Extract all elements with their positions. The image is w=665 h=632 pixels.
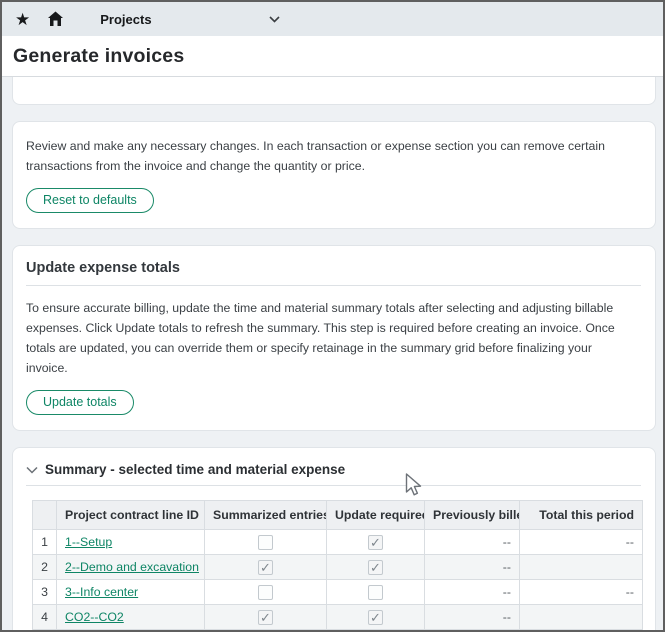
total-this-period-value: --: [520, 530, 643, 555]
summary-section-title: Summary - selected time and material exp…: [45, 462, 345, 477]
table-row: 4 CO2--CO2 --: [33, 605, 643, 630]
previously-billed-value: --: [425, 580, 520, 605]
scrolled-card-remnant: [12, 77, 656, 105]
module-dropdown-label: Projects: [100, 12, 151, 27]
collapse-chevron-icon[interactable]: [26, 466, 38, 474]
contract-line-link[interactable]: 3--Info center: [65, 585, 138, 599]
reset-to-defaults-button[interactable]: Reset to defaults: [26, 188, 154, 213]
row-number: 1: [33, 530, 57, 555]
summarized-entries-checkbox[interactable]: [258, 585, 273, 600]
row-number: 2: [33, 555, 57, 580]
summarized-entries-checkbox[interactable]: [258, 610, 273, 625]
chevron-down-icon: [269, 16, 280, 23]
top-nav-bar: ★ Projects: [2, 2, 663, 36]
col-header-summarized-entries: Summarized entries: [205, 501, 327, 530]
summarized-entries-checkbox[interactable]: [258, 535, 273, 550]
update-totals-instructions-text: To ensure accurate billing, update the t…: [26, 298, 634, 378]
col-header-total-this-period: Total this period: [520, 501, 643, 530]
update-expense-totals-card: Update expense totals To ensure accurate…: [12, 245, 656, 431]
app-window: ★ Projects Generate invoices Review and …: [0, 0, 665, 632]
section-divider: [26, 485, 641, 486]
col-header-rownum: [33, 501, 57, 530]
table-row: 3 3--Info center -- --: [33, 580, 643, 605]
update-required-checkbox[interactable]: [368, 610, 383, 625]
page-title-band: Generate invoices: [2, 36, 663, 77]
update-required-checkbox[interactable]: [368, 560, 383, 575]
total-this-period-value: [520, 555, 643, 580]
previously-billed-value: --: [425, 530, 520, 555]
previously-billed-value: --: [425, 605, 520, 630]
review-changes-card: Review and make any necessary changes. I…: [12, 121, 656, 229]
table-row: 1 1--Setup -- --: [33, 530, 643, 555]
update-expense-totals-title: Update expense totals: [26, 260, 641, 285]
summary-section-header: Summary - selected time and material exp…: [26, 462, 641, 485]
summary-card: Summary - selected time and material exp…: [12, 447, 656, 632]
table-header-row: Project contract line ID Summarized entr…: [33, 501, 643, 530]
col-header-previously-billed: Previously billed: [425, 501, 520, 530]
summarized-entries-checkbox[interactable]: [258, 560, 273, 575]
contract-line-link[interactable]: 2--Demo and excavation: [65, 560, 199, 574]
home-icon[interactable]: [47, 11, 64, 27]
update-required-checkbox[interactable]: [368, 535, 383, 550]
module-dropdown[interactable]: Projects: [100, 12, 280, 27]
update-required-checkbox[interactable]: [368, 585, 383, 600]
row-number: 4: [33, 605, 57, 630]
total-this-period-value: --: [520, 580, 643, 605]
row-number: 3: [33, 580, 57, 605]
contract-line-link[interactable]: CO2--CO2: [65, 610, 124, 624]
table-row: 2 2--Demo and excavation --: [33, 555, 643, 580]
summary-table: Project contract line ID Summarized entr…: [32, 500, 643, 632]
section-divider: [26, 285, 641, 286]
page-title: Generate invoices: [13, 45, 184, 68]
previously-billed-value: --: [425, 555, 520, 580]
col-header-update-required: Update required: [327, 501, 425, 530]
col-header-project-contract-line-id: Project contract line ID: [57, 501, 205, 530]
contract-line-link[interactable]: 1--Setup: [65, 535, 112, 549]
favorites-star-icon[interactable]: ★: [15, 11, 30, 28]
review-instructions-text: Review and make any necessary changes. I…: [26, 136, 626, 176]
update-totals-button[interactable]: Update totals: [26, 390, 134, 415]
total-this-period-value: [520, 605, 643, 630]
